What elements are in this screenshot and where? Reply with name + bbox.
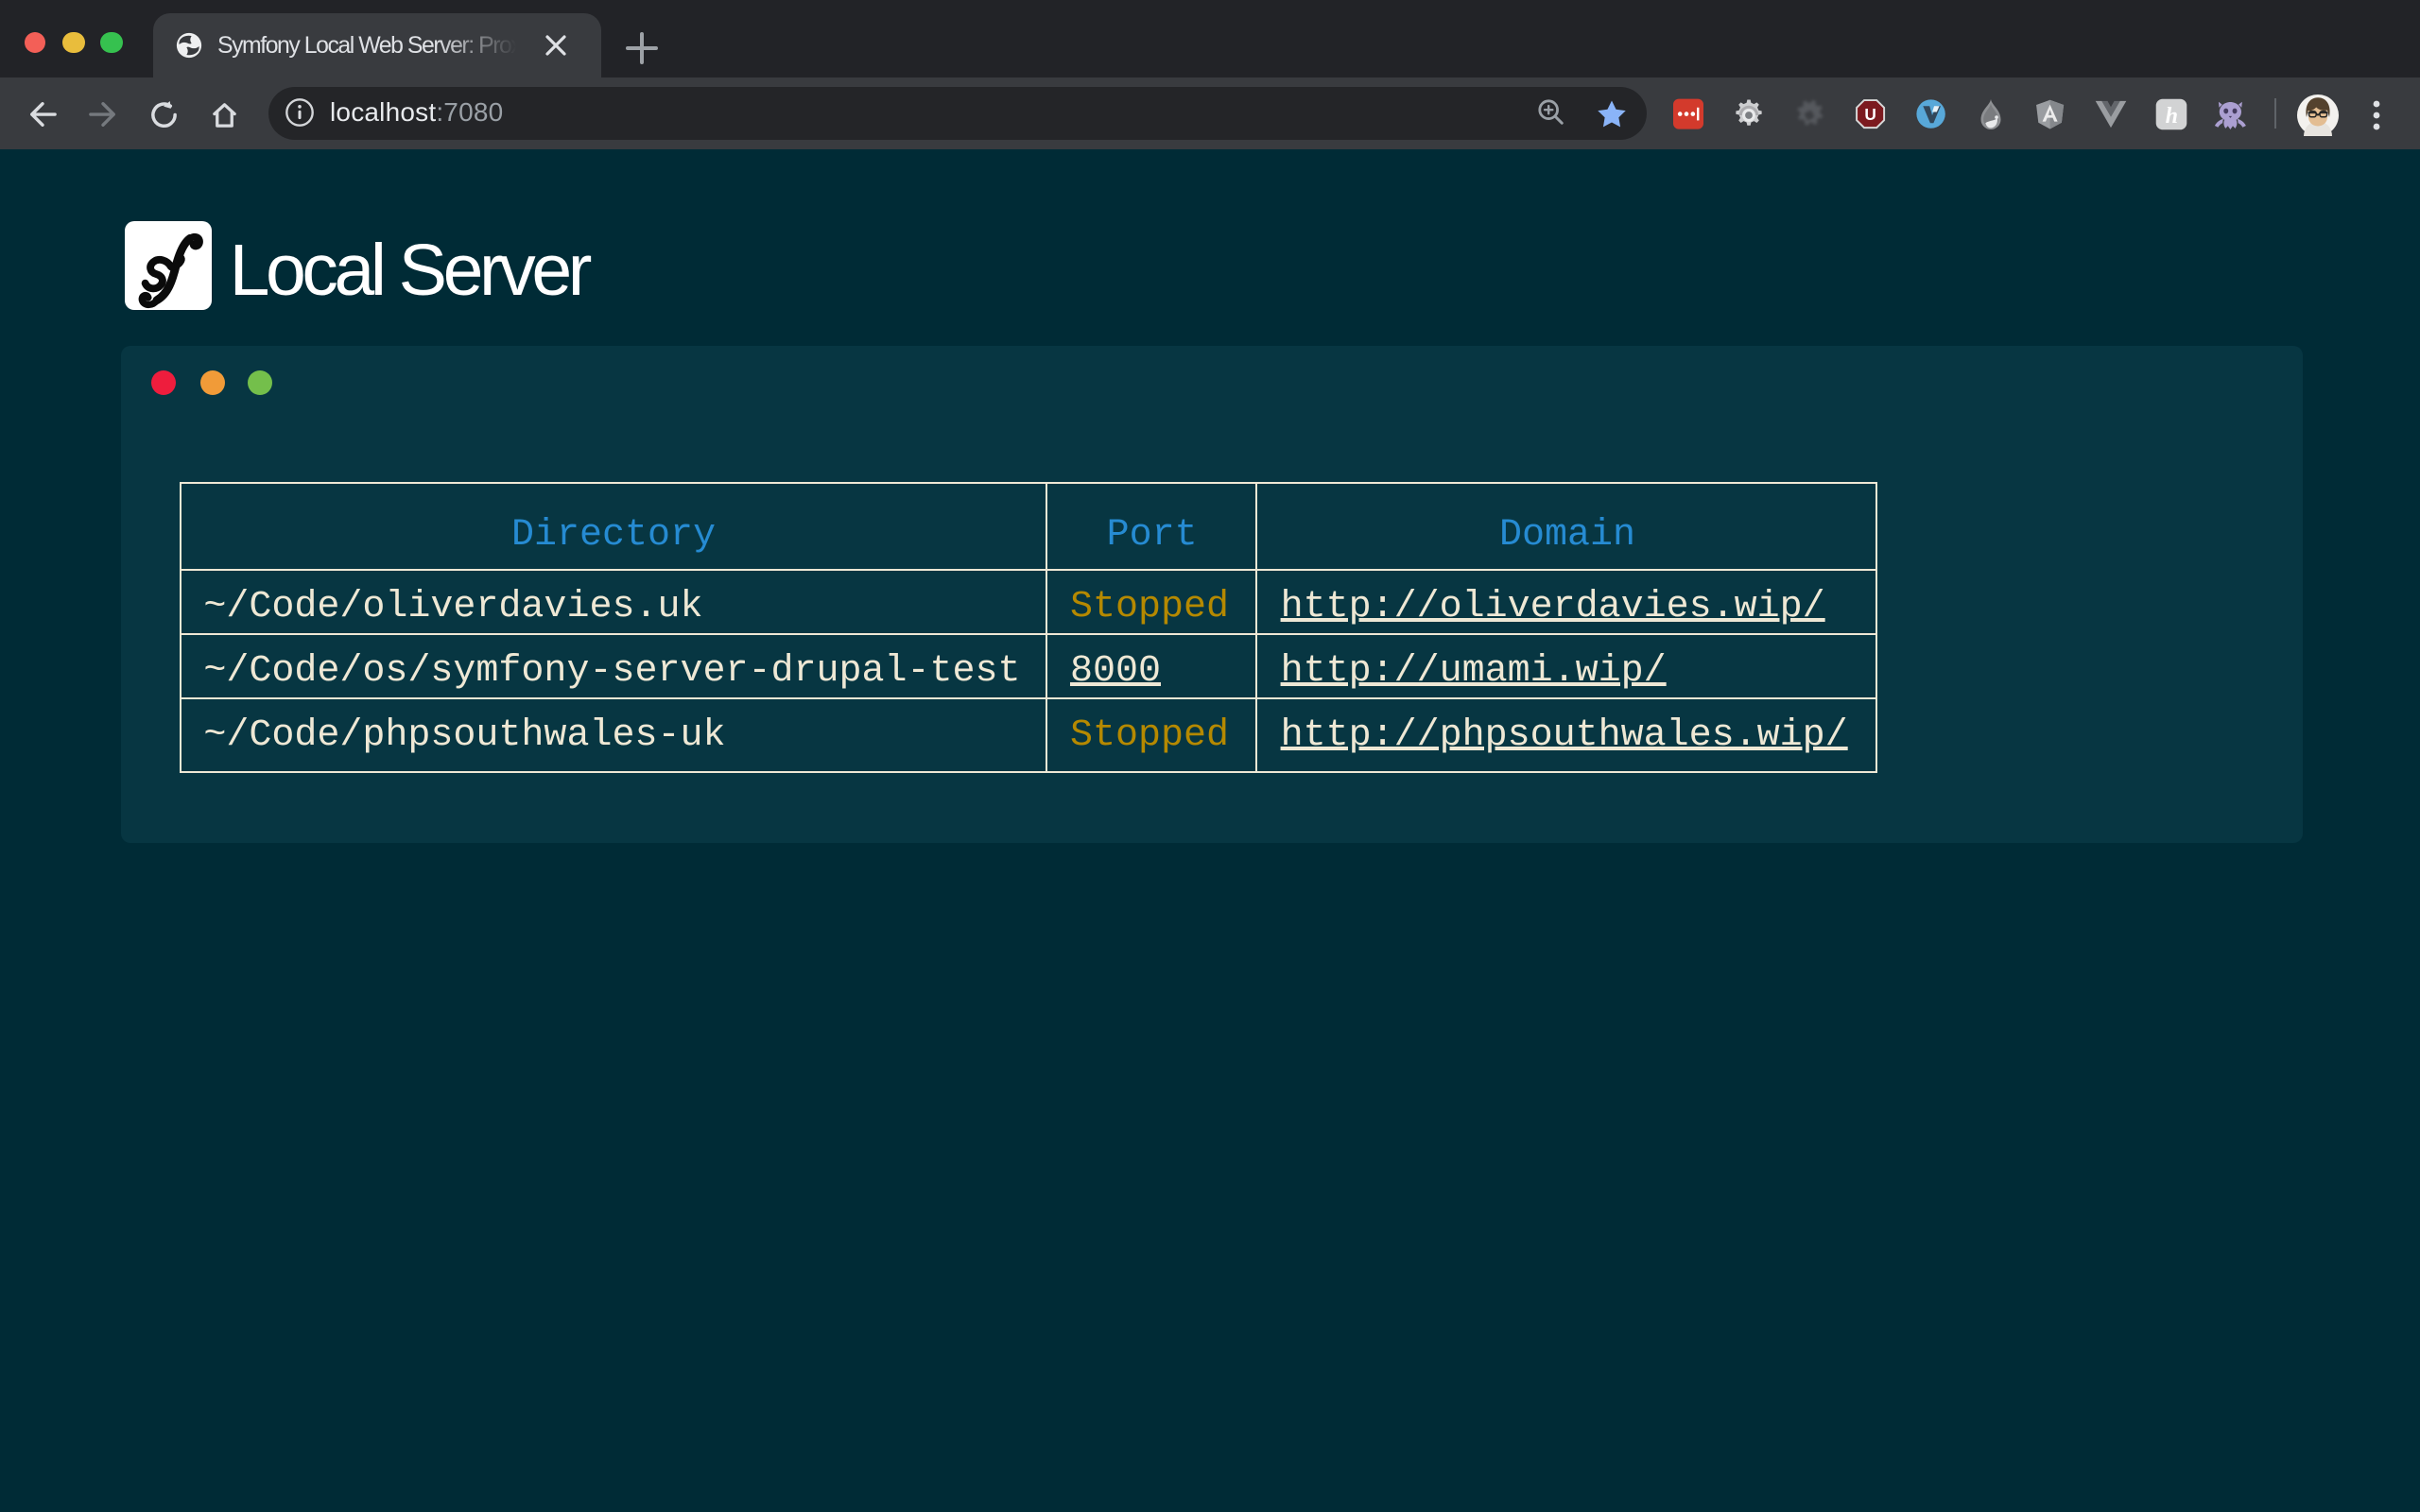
svg-text:h: h: [2166, 104, 2178, 129]
svg-text:U: U: [1865, 106, 1876, 125]
